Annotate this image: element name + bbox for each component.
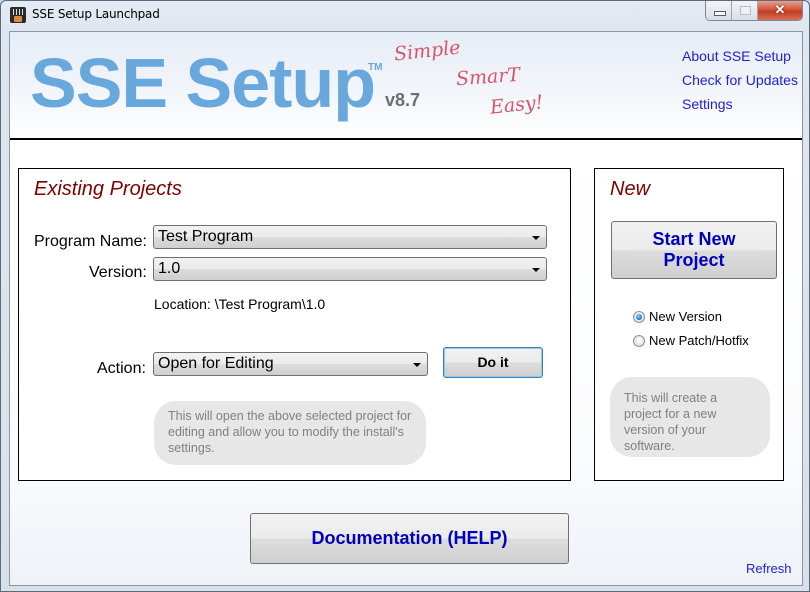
- new-patch-radio-row[interactable]: New Patch/Hotfix: [633, 333, 749, 348]
- version-dropdown[interactable]: 1.0: [153, 257, 547, 281]
- program-name-label: Program Name:: [34, 233, 147, 250]
- tagline-smart: SmarT: [455, 63, 521, 91]
- existing-projects-panel: Existing Projects Program Name: Test Pro…: [18, 168, 571, 481]
- location-text: Location: \Test Program\1.0: [154, 296, 326, 312]
- action-value: Open for Editing: [158, 355, 274, 372]
- version-value: 1.0: [158, 260, 181, 277]
- window-title: SSE Setup Launchpad: [32, 7, 160, 21]
- version-label: v8.7: [385, 90, 421, 110]
- chevron-down-icon: [532, 236, 540, 240]
- about-link[interactable]: About SSE Setup: [682, 48, 798, 64]
- tagline-easy: Easy!: [488, 91, 545, 119]
- chevron-down-icon: [532, 268, 540, 272]
- existing-hint: This will open the above selected projec…: [154, 401, 426, 465]
- app-icon[interactable]: [10, 7, 26, 23]
- program-name-value: Test Program: [158, 228, 254, 245]
- new-project-panel: New Start New Project New Version New Pat…: [594, 168, 784, 481]
- action-dropdown[interactable]: Open for Editing: [153, 352, 428, 376]
- new-hint: This will create a project for a new ver…: [610, 377, 770, 457]
- version-field-label: Version:: [89, 264, 147, 281]
- program-name-dropdown[interactable]: Test Program: [153, 225, 547, 249]
- header-links: About SSE Setup Check for Updates Settin…: [682, 48, 798, 120]
- refresh-link[interactable]: Refresh: [746, 561, 792, 576]
- app-window: SSE Setup Launchpad SSE Setup TM v8.7 Si…: [0, 0, 810, 592]
- maximize-button[interactable]: [732, 1, 758, 20]
- new-patch-label: New Patch/Hotfix: [649, 333, 749, 348]
- do-it-button[interactable]: Do it: [443, 347, 543, 378]
- new-version-radio-row[interactable]: New Version: [633, 309, 722, 324]
- check-updates-link[interactable]: Check for Updates: [682, 72, 798, 88]
- start-new-project-button[interactable]: Start New Project: [611, 221, 777, 279]
- new-version-radio[interactable]: [633, 310, 645, 323]
- new-version-label: New Version: [649, 309, 722, 324]
- settings-link[interactable]: Settings: [682, 96, 798, 112]
- product-logo: SSE Setup: [30, 44, 376, 122]
- existing-projects-title: Existing Projects: [34, 178, 182, 200]
- chevron-down-icon: [413, 363, 421, 367]
- documentation-button[interactable]: Documentation (HELP): [250, 513, 569, 564]
- new-panel-title: New: [610, 178, 651, 200]
- client-area: SSE Setup TM v8.7 Simple SmarT Easy! Abo…: [9, 31, 803, 586]
- new-patch-radio[interactable]: [633, 334, 645, 347]
- trademark-mark: TM: [368, 62, 383, 73]
- header-banner: SSE Setup TM v8.7 Simple SmarT Easy! Abo…: [10, 32, 802, 138]
- tagline-simple: Simple: [392, 36, 462, 66]
- minimize-button[interactable]: [706, 1, 732, 20]
- close-button[interactable]: [758, 1, 802, 20]
- caption-buttons: [705, 1, 803, 21]
- title-bar[interactable]: SSE Setup Launchpad: [1, 1, 809, 29]
- main-area: Existing Projects Program Name: Test Pro…: [10, 140, 802, 585]
- action-label: Action:: [97, 360, 146, 377]
